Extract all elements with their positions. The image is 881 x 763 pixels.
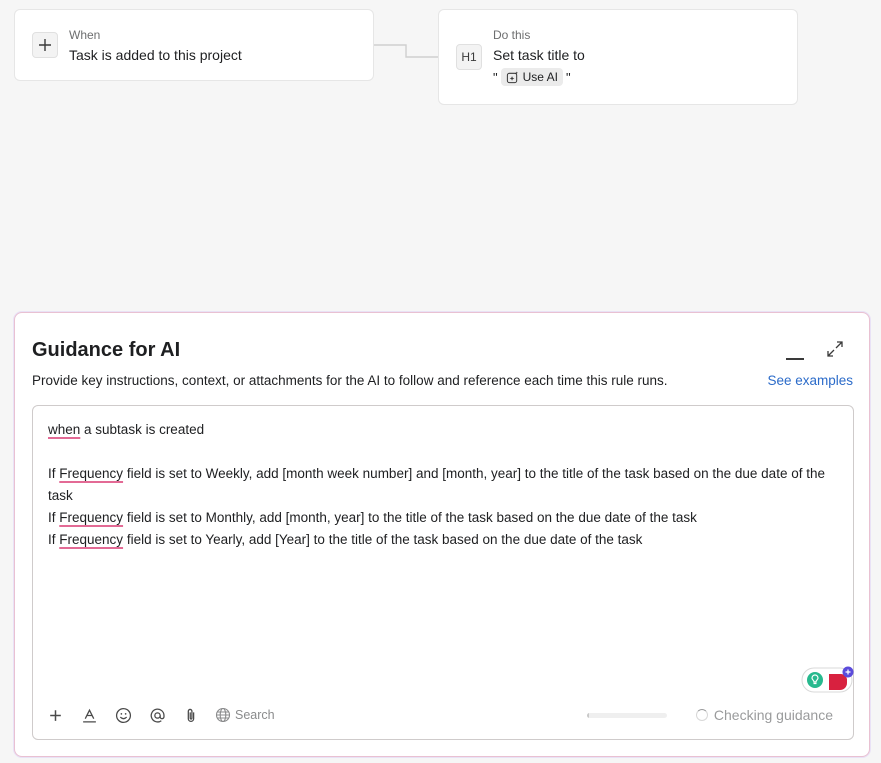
progress-fill [587,713,589,718]
add-icon[interactable] [45,705,65,725]
editor-line-text: field is set to Yearly, add [Year] to th… [123,532,643,547]
editor-line-prefix: If [48,510,60,525]
web-search-button[interactable]: Search [215,707,275,723]
globe-icon [215,707,231,723]
minimize-icon[interactable] [785,345,805,365]
heading-icon-text: H1 [461,50,477,64]
trigger-kicker: When [69,28,101,42]
editor-line-text: field is set to Weekly, add [month week … [48,466,825,503]
action-kicker: Do this [493,28,531,42]
panel-title: Guidance for AI [32,339,181,361]
editor-toolbar: Search [45,703,275,727]
editor-line: when a subtask is created [48,419,839,441]
quote-close: " [565,69,571,85]
editor-line: If Frequency field is set to Monthly, ad… [48,507,839,529]
emoji-icon[interactable] [113,705,133,725]
plus-icon[interactable] [32,32,58,58]
editor-line-prefix: If [48,466,60,481]
editor-blank-line [48,441,839,463]
action-text: Set task title to [493,47,585,63]
expand-icon[interactable] [825,339,845,359]
trigger-text: Task is added to this project [69,47,242,63]
spinner-icon [695,709,708,721]
guidance-panel: Guidance for AI Provide key instructions… [14,312,870,757]
editor-line-prefix: If [48,532,60,547]
attach-icon[interactable] [181,705,201,725]
trigger-card[interactable]: When Task is added to this project [14,9,374,81]
extension-badges[interactable] [801,666,855,694]
guidance-editor[interactable]: when a subtask is created If Frequency f… [32,405,854,740]
quote-open: " [493,69,498,85]
guidance-status: Checking guidance [695,707,833,723]
title-value: " Use AI " [493,68,571,86]
panel-description: Provide key instructions, context, or at… [32,373,668,388]
flow-connector [374,44,438,58]
see-examples-link[interactable]: See examples [767,373,853,388]
heading-icon: H1 [456,44,482,70]
spell-flag: Frequency [59,466,124,481]
text-format-icon[interactable] [79,705,99,725]
use-ai-chip[interactable]: Use AI [500,68,563,86]
guidance-text[interactable]: when a subtask is created If Frequency f… [48,419,839,551]
spell-flag: Frequency [59,532,124,547]
editor-line: If Frequency field is set to Weekly, add… [48,463,839,507]
editor-line-text: field is set to Monthly, add [month, yea… [123,510,697,525]
status-label: Checking guidance [713,707,833,723]
spell-flag: when [48,422,81,437]
mention-icon[interactable] [147,705,167,725]
ai-sparkle-icon [506,70,518,83]
action-card[interactable]: H1 Do this Set task title to " Use AI " [438,9,798,105]
progress-bar [587,713,667,718]
use-ai-label: Use AI [522,70,558,84]
editor-line-text: a subtask is created [80,422,205,437]
search-label: Search [235,708,275,722]
editor-line: If Frequency field is set to Yearly, add… [48,529,839,551]
spell-flag: Frequency [59,510,124,525]
